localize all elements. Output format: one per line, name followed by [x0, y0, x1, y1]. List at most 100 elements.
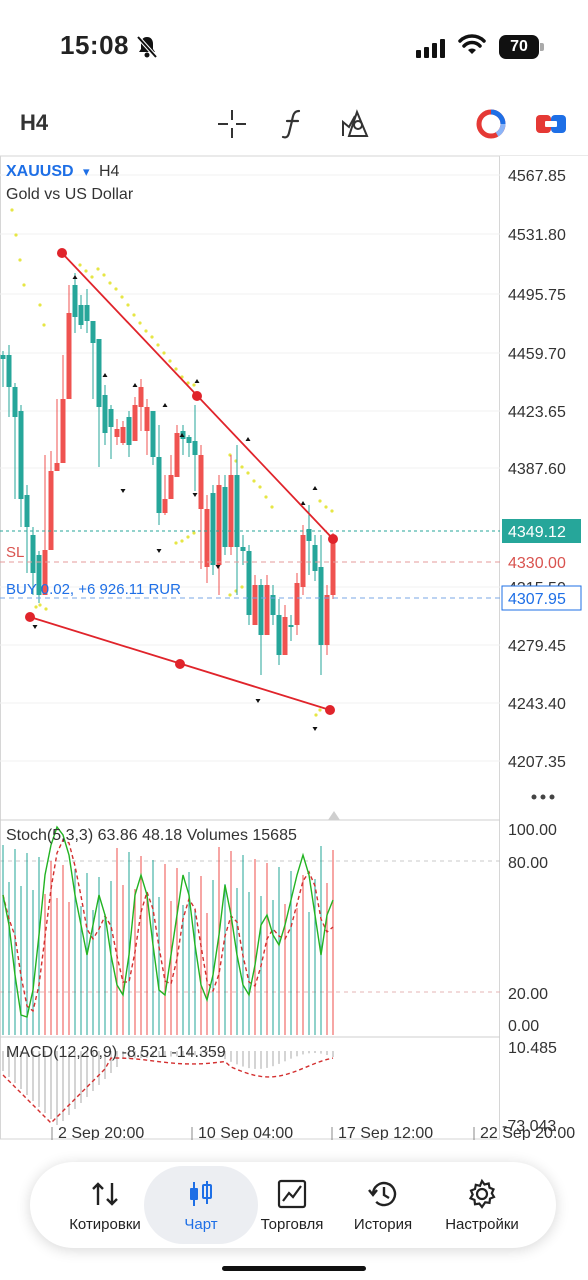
nav-history[interactable]: История: [340, 1166, 426, 1244]
sar-dot: [330, 509, 334, 513]
sar-dot: [324, 505, 328, 509]
candle-body: [12, 387, 18, 417]
sar-dot: [126, 303, 130, 307]
nav-label: Котировки: [69, 1215, 141, 1233]
stoch-level-label: 0.00: [508, 1018, 539, 1035]
candle-body: [48, 471, 54, 550]
bell-muted-icon: [136, 35, 158, 64]
sar-dot: [18, 258, 22, 262]
position-label[interactable]: BUY 0.02, +6 926.11 RUR: [6, 581, 181, 598]
candle-body: [144, 407, 150, 431]
fractal-down-icon: [312, 727, 318, 731]
fractal-down-icon: [120, 489, 126, 493]
stoch-level-label: 100.00: [508, 822, 557, 839]
candles: [0, 273, 336, 675]
sl-price-label: 4330.00: [508, 555, 566, 572]
sar-dot: [162, 351, 166, 355]
sar-dot: [132, 313, 136, 317]
candle-body: [222, 487, 228, 547]
trendline-handle[interactable]: [175, 659, 185, 669]
candle-body: [258, 585, 264, 635]
current-price-label: 4349.12: [508, 524, 566, 541]
stoch-header: Stoch(5,3,3) 63.86 48.18 Volumes 15685: [6, 827, 297, 844]
cellular-signal-icon: [416, 38, 448, 63]
nav-trade[interactable]: Торговля: [248, 1166, 336, 1244]
candle-body: [240, 547, 246, 551]
trendline-handle[interactable]: [25, 612, 35, 622]
candle-body: [138, 387, 144, 407]
candle-body: [168, 475, 174, 499]
candle-body: [228, 475, 234, 547]
price-tick-label: 4207.35: [508, 754, 566, 771]
sar-dot: [90, 275, 94, 279]
candle-body: [108, 409, 114, 427]
candle-body: [6, 355, 12, 387]
candle-body: [120, 427, 126, 443]
trendline-handle[interactable]: [325, 705, 335, 715]
stoch-main-line: [2, 825, 334, 1018]
shift-marker-icon[interactable]: [328, 811, 340, 820]
grid-layer: [0, 174, 500, 762]
fractal-up-icon: [245, 437, 251, 441]
sar-dot: [150, 335, 154, 339]
candle-body: [90, 321, 96, 343]
candle-body: [78, 305, 84, 325]
bottom-navigation: Котировки Чарт Торговля История Настройк…: [30, 1162, 556, 1248]
candle-body: [18, 411, 24, 499]
crosshair-icon[interactable]: [212, 104, 252, 144]
sar-dot: [108, 281, 112, 285]
candle-body: [246, 551, 252, 615]
chart-canvas[interactable]: XAUUSD ▾ H4 Gold vs US Dollar SL BUY 0.0…: [0, 154, 588, 1142]
history-icon: [367, 1178, 399, 1210]
chart-area[interactable]: XAUUSD ▾ H4 Gold vs US Dollar SL BUY 0.0…: [0, 154, 588, 1142]
sar-dot: [14, 233, 18, 237]
chart-toolbar: H4: [0, 96, 588, 152]
nav-settings[interactable]: Настройки: [430, 1166, 534, 1244]
sar-dot: [38, 603, 42, 607]
candle-body: [252, 585, 258, 625]
price-tick-label: 4459.70: [508, 346, 566, 363]
nav-chart[interactable]: Чарт: [144, 1166, 258, 1244]
candle-body: [318, 567, 324, 645]
trendline-handle[interactable]: [328, 534, 338, 544]
sar-dot: [174, 541, 178, 545]
objects-icon[interactable]: [335, 104, 375, 144]
one-click-trading-icon[interactable]: [531, 104, 571, 144]
time-tick-label: 10 Sep 04:00: [198, 1125, 293, 1140]
symbol-dropdown-icon[interactable]: ▾: [83, 164, 90, 179]
candle-body: [162, 499, 168, 513]
fractal-down-icon: [156, 549, 162, 553]
fractal-down-icon: [215, 565, 221, 569]
price-tick-label: 4279.45: [508, 638, 566, 655]
timeframe-button[interactable]: H4: [20, 110, 48, 136]
nav-label: Чарт: [184, 1215, 218, 1233]
indicators-icon[interactable]: [273, 104, 313, 144]
status-time: 15:08: [60, 30, 129, 60]
sar-dot: [138, 321, 142, 325]
symbol-name[interactable]: XAUUSD: [6, 163, 74, 180]
stoch-signal-line: [2, 839, 334, 1013]
sar-dot: [318, 708, 322, 712]
sar-dot: [144, 329, 148, 333]
nav-label: Торговля: [260, 1215, 324, 1233]
settings-icon: [466, 1178, 498, 1210]
more-icon[interactable]: [531, 794, 555, 800]
sar-dot: [264, 495, 268, 499]
trading-signals-icon[interactable]: [471, 104, 511, 144]
macd-signal-line: [2, 1057, 334, 1124]
candle-body: [324, 595, 330, 645]
sar-dot: [180, 539, 184, 543]
sar-dot: [246, 471, 250, 475]
trendline-handle[interactable]: [57, 248, 67, 258]
trendline-handle[interactable]: [192, 391, 202, 401]
candle-body: [312, 545, 318, 571]
candle-body: [264, 585, 270, 635]
time-tick-label: 2 Sep 20:00: [58, 1125, 144, 1140]
candle-body: [276, 615, 282, 655]
sar-dot: [174, 367, 178, 371]
sar-dot: [314, 713, 318, 717]
candle-body: [330, 539, 336, 595]
candle-body: [54, 463, 60, 471]
candle-body: [114, 429, 120, 437]
candle-body: [282, 617, 288, 655]
